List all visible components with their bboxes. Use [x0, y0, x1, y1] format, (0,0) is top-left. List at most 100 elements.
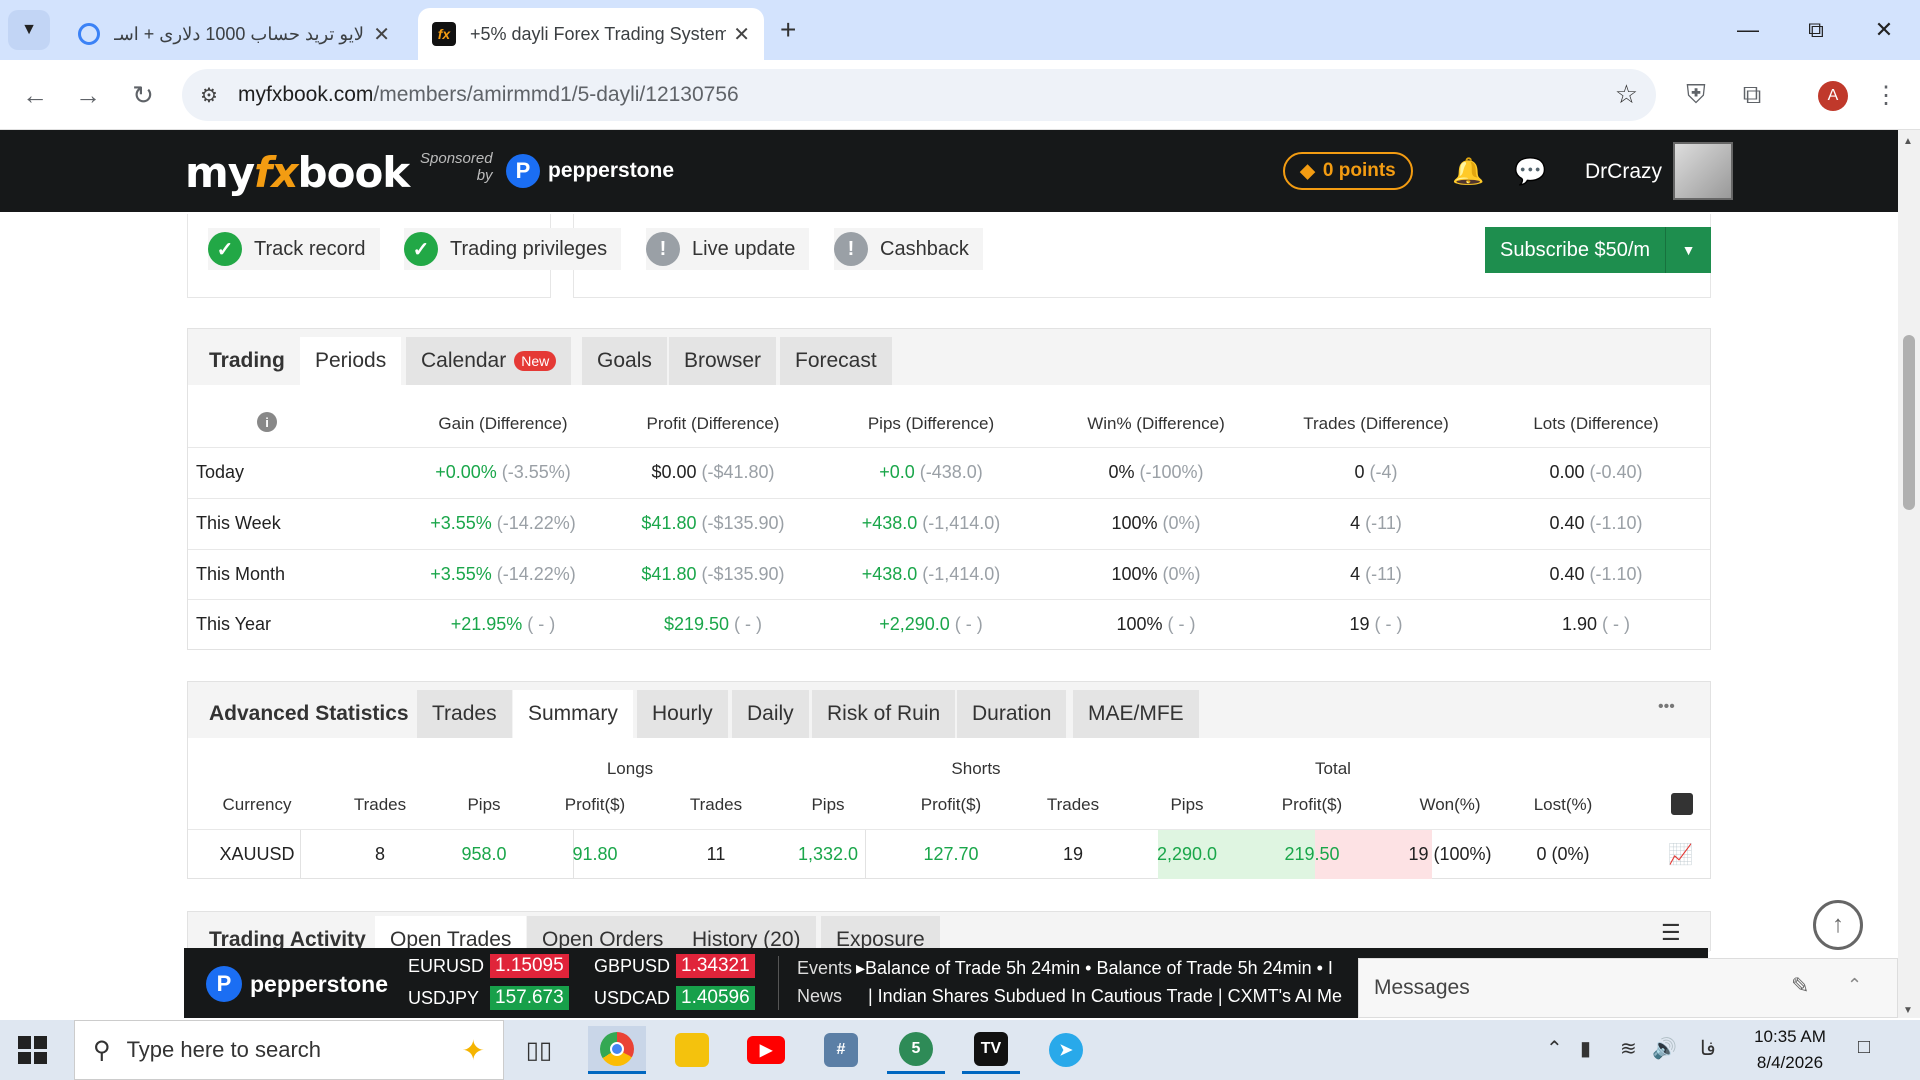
- windows-start-icon[interactable]: [18, 1036, 48, 1064]
- copy-icon[interactable]: [1671, 793, 1693, 815]
- close-window-button[interactable]: ✕: [1856, 8, 1912, 52]
- scroll-top-button[interactable]: ↑: [1813, 900, 1863, 950]
- compose-icon[interactable]: ✎: [1791, 973, 1809, 999]
- file-explorer-icon[interactable]: [663, 1026, 721, 1074]
- browser-tab-strip: ▼ لایو ترید حساب 1000 دلاری + اسـ ✕ fx +…: [0, 0, 1920, 60]
- events-line[interactable]: ▸Balance of Trade 5h 24min • Balance of …: [856, 958, 1333, 979]
- cell-difference: ( - ): [954, 614, 983, 634]
- col-header: Trades: [1046, 795, 1100, 814]
- address-bar[interactable]: ⚙ myfxbook.com/members/amirmmd1/5-dayli/…: [182, 69, 1656, 121]
- taskbar-search[interactable]: ⚲ Type here to search ✦: [74, 1020, 504, 1080]
- table-cell: $0.00 (-$41.80): [603, 462, 823, 483]
- tab-browser[interactable]: Browser: [669, 337, 777, 385]
- battery-icon[interactable]: ▮: [1580, 1036, 1591, 1061]
- extensions-icon[interactable]: ⧉: [1732, 75, 1772, 115]
- tab-history[interactable]: History (20): [677, 916, 816, 952]
- avatar[interactable]: [1673, 142, 1733, 200]
- table-cell: +0.00% (-3.55%): [393, 462, 613, 483]
- wifi-icon[interactable]: ≋: [1620, 1036, 1637, 1061]
- tab-forecast[interactable]: Forecast: [780, 337, 892, 385]
- table-cell: +2,290.0 ( - ): [821, 614, 1041, 635]
- cell-value: 4: [1350, 564, 1361, 584]
- tab-open-trades[interactable]: Open Trades: [375, 916, 527, 952]
- task-view-icon[interactable]: ▯▯: [510, 1026, 568, 1074]
- telegram-icon[interactable]: ➤: [1037, 1026, 1095, 1074]
- bell-icon[interactable]: 🔔: [1452, 156, 1484, 187]
- quote-symbol: USDJPY: [408, 988, 480, 1008]
- tab-hourly[interactable]: Hourly: [637, 690, 728, 738]
- filter-settings-icon[interactable]: ☰: [1661, 920, 1681, 946]
- table-cell: 0% (-100%): [1046, 462, 1266, 483]
- tab-trading-activity[interactable]: Trading Activity: [194, 918, 381, 952]
- restore-button[interactable]: ⧉: [1788, 8, 1844, 52]
- tab-goals[interactable]: Goals: [582, 337, 667, 385]
- points-button[interactable]: ◆ 0 points: [1283, 152, 1413, 190]
- cell-difference: ( - ): [1602, 614, 1631, 634]
- chevron-down-icon[interactable]: ▼: [1665, 227, 1711, 273]
- site-info-icon[interactable]: ⚙: [200, 83, 218, 108]
- cell-value: 0.40: [1549, 564, 1585, 584]
- tab-risk-of-ruin[interactable]: Risk of Ruin: [812, 690, 956, 738]
- close-icon[interactable]: ✕: [373, 22, 390, 47]
- cell-value: +21.95%: [450, 614, 523, 634]
- chrome-icon[interactable]: [588, 1026, 646, 1074]
- myfxbook-logo[interactable]: myfxbook: [185, 148, 410, 197]
- cell-difference: (-3.55%): [501, 462, 571, 482]
- username[interactable]: DrCrazy: [1585, 160, 1662, 184]
- notification-icon[interactable]: □: [1858, 1036, 1870, 1059]
- cell-difference: (-100%): [1139, 462, 1204, 482]
- tab-duration[interactable]: Duration: [957, 690, 1067, 738]
- youtube-icon[interactable]: ▶: [737, 1026, 795, 1074]
- volume-icon[interactable]: 🔊: [1652, 1036, 1677, 1061]
- quote-symbol: USDCAD: [594, 988, 671, 1008]
- page-scrollbar[interactable]: ▲ ▼: [1898, 130, 1920, 1018]
- tradingview-icon[interactable]: TV: [962, 1026, 1020, 1074]
- chevron-up-icon[interactable]: ⌃: [1546, 1036, 1563, 1061]
- pepperstone-mark-icon: P: [206, 966, 242, 1002]
- pepperstone-logo[interactable]: P pepperstone: [206, 966, 388, 1002]
- messages-panel[interactable]: Messages ✎ ⌃: [1358, 958, 1898, 1018]
- tab-mae-mfe[interactable]: MAE/MFE: [1073, 690, 1199, 738]
- more-options-icon[interactable]: •••: [1658, 698, 1675, 716]
- bookmark-star-icon[interactable]: ☆: [1615, 79, 1638, 110]
- tab-periods[interactable]: Periods: [300, 337, 402, 385]
- back-button[interactable]: ←: [15, 75, 55, 115]
- browser-menu-icon[interactable]: ⋮: [1866, 75, 1906, 115]
- profile-avatar[interactable]: A: [1818, 81, 1848, 111]
- col-header: Profit($): [564, 795, 626, 814]
- reload-button[interactable]: ↻: [123, 75, 163, 115]
- language-indicator[interactable]: فا: [1700, 1036, 1716, 1061]
- close-icon[interactable]: ✕: [733, 22, 750, 47]
- minimize-button[interactable]: —: [1720, 8, 1776, 52]
- scrollbar-thumb[interactable]: [1903, 335, 1915, 510]
- tab-daily[interactable]: Daily: [732, 690, 809, 738]
- browser-tab-2[interactable]: fx +5% dayli Forex Trading System ✕: [418, 8, 764, 60]
- tab-advanced-statistics[interactable]: Advanced Statistics: [194, 690, 424, 738]
- cell-value: +3.55%: [430, 513, 492, 533]
- chart-icon[interactable]: 📈: [1668, 842, 1693, 867]
- browser-tab-1[interactable]: لایو ترید حساب 1000 دلاری + اسـ ✕: [64, 8, 404, 60]
- tab-search-button[interactable]: ▼: [8, 10, 50, 50]
- tab-open-orders[interactable]: Open Orders: [527, 916, 679, 952]
- subscribe-button[interactable]: Subscribe $50/m ▼: [1485, 227, 1711, 273]
- chat-icon[interactable]: 💬: [1514, 156, 1546, 187]
- badge-trading-privileges: ✓ Trading privileges: [404, 228, 622, 270]
- tab-summary[interactable]: Summary: [513, 690, 633, 738]
- tab-trading[interactable]: Trading: [194, 337, 300, 385]
- calculator-icon[interactable]: #: [812, 1026, 870, 1074]
- tab-exposure[interactable]: Exposure: [821, 916, 940, 952]
- pepperstone-logo[interactable]: P pepperstone: [506, 154, 674, 188]
- cell-difference: (-14.22%): [496, 564, 576, 584]
- tab-trades[interactable]: Trades: [417, 690, 512, 738]
- table-cell: 19 ( - ): [1266, 614, 1486, 635]
- tab-calendar[interactable]: Calendar New: [406, 337, 572, 385]
- forward-button[interactable]: →: [68, 75, 108, 115]
- info-icon[interactable]: i: [257, 412, 277, 432]
- clock[interactable]: 10:35 AM 8/4/2026: [1740, 1024, 1840, 1076]
- news-line[interactable]: | Indian Shares Subdued In Cautious Trad…: [868, 986, 1342, 1007]
- chevron-up-icon[interactable]: ⌃: [1847, 975, 1862, 996]
- metatrader-icon[interactable]: 5: [887, 1026, 945, 1074]
- shield-extension-icon[interactable]: ⛨: [1676, 75, 1716, 115]
- new-tab-button[interactable]: +: [780, 14, 796, 46]
- table-cell: 1.90 ( - ): [1486, 614, 1706, 635]
